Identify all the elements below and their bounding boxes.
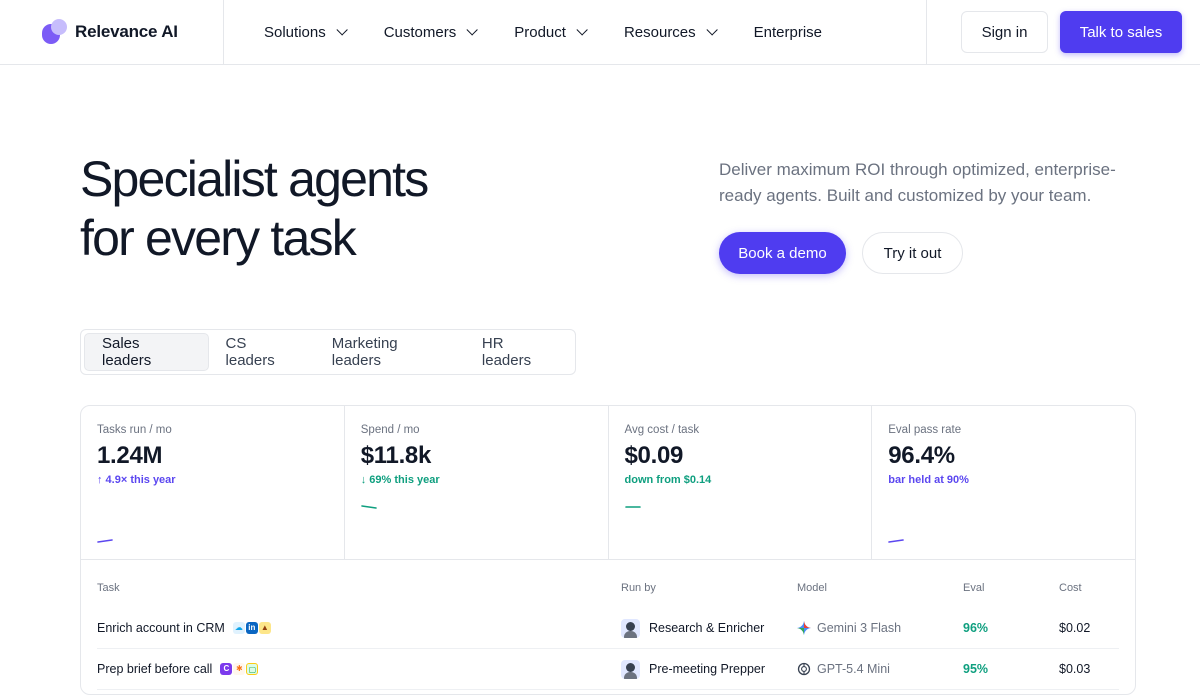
metric-tasks-run: Tasks run / mo 1.24M ↑ 4.9× this year — [81, 406, 345, 559]
try-it-out-button[interactable]: Try it out — [862, 232, 963, 274]
tab-sales-leaders[interactable]: Sales leaders — [84, 333, 209, 371]
table-header: Task Run by Model Eval Cost — [97, 560, 1119, 608]
apollo-icon: ▲ — [258, 622, 271, 634]
chevron-down-icon — [706, 24, 718, 36]
metric-value: 96.4% — [888, 442, 955, 469]
task-name: Enrich account in CRM — [97, 621, 225, 635]
metric-label: Avg cost / task — [624, 424, 700, 436]
dashboard-preview-card: Tasks run / mo 1.24M ↑ 4.9× this year Sp… — [80, 405, 1136, 695]
metric-delta: down from $0.14 — [624, 474, 712, 486]
agent-name: Research & Enricher — [649, 621, 765, 635]
column-header-model: Model — [797, 582, 827, 594]
calendar-app-icon: C — [220, 663, 233, 675]
integration-icons: ☁ in ▲ — [232, 622, 271, 634]
metric-label: Spend / mo — [360, 424, 420, 436]
sparkline — [624, 506, 641, 508]
nav-item-label: Solutions — [264, 23, 326, 41]
sign-in-button[interactable]: Sign in — [961, 11, 1048, 53]
sparkline — [97, 539, 113, 543]
sparkline — [360, 505, 377, 509]
table-row[interactable]: Prep brief before call C ✱ ▢ Pre-meeting… — [97, 649, 1119, 690]
tab-hr-leaders[interactable]: HR leaders — [465, 333, 572, 371]
task-cell: Enrich account in CRM ☁ in ▲ — [97, 621, 621, 635]
nav-item-customers[interactable]: Customers — [383, 23, 479, 41]
tab-cs-leaders[interactable]: CS leaders — [209, 333, 315, 371]
hubspot-icon: ✱ — [233, 663, 246, 675]
task-name: Prep brief before call — [97, 662, 213, 676]
task-cell: Prep brief before call C ✱ ▢ — [97, 662, 621, 676]
model-cell: GPT-5.4 Mini — [797, 662, 963, 676]
model-name: Gemini 3 Flash — [817, 621, 902, 635]
nav-item-label: Product — [514, 23, 566, 41]
run-by-cell: Pre-meeting Prepper — [621, 659, 797, 679]
audience-tabs: Sales leaders CS leaders Marketing leade… — [80, 329, 576, 375]
metrics-row: Tasks run / mo 1.24M ↑ 4.9× this year Sp… — [81, 406, 1135, 560]
integration-icons: C ✱ ▢ — [220, 663, 259, 675]
hero-title-line: Specialist agents — [80, 151, 429, 207]
metric-value: $11.8k — [360, 442, 432, 469]
metric-value: 1.24M — [97, 442, 163, 469]
chevron-down-icon — [336, 24, 348, 36]
metric-delta: bar held at 90% — [888, 474, 969, 486]
metric-spend: Spend / mo $11.8k ↓ 69% this year — [345, 406, 609, 559]
salesforce-icon: ☁ — [232, 622, 245, 634]
nav-divider — [926, 0, 927, 64]
run-by-cell: Research & Enricher — [621, 618, 797, 638]
metric-label: Tasks run / mo — [97, 424, 172, 436]
nav-divider — [223, 0, 224, 64]
relevance-logo-icon — [42, 19, 67, 44]
task-table: Task Run by Model Eval Cost Enrich accou… — [81, 560, 1135, 690]
eval-score: 95% — [963, 662, 989, 676]
agent-name: Pre-meeting Prepper — [649, 662, 766, 676]
metric-eval-pass-rate: Eval pass rate 96.4% bar held at 90% — [872, 406, 1135, 559]
metric-avg-cost: Avg cost / task $0.09 down from $0.14 — [609, 406, 873, 559]
hero-title: Specialist agents for every task — [80, 150, 560, 268]
nav-item-resources[interactable]: Resources — [623, 23, 718, 41]
column-header-eval: Eval — [963, 582, 985, 594]
metric-delta: ↓ 69% this year — [360, 474, 440, 486]
column-header-run-by: Run by — [621, 582, 656, 594]
nav-item-label: Customers — [383, 23, 457, 41]
brand-name: Relevance AI — [75, 21, 178, 41]
cost-value: $0.02 — [1059, 621, 1091, 635]
metric-value: $0.09 — [624, 442, 684, 469]
metric-label: Eval pass rate — [888, 424, 962, 436]
column-header-cost: Cost — [1059, 582, 1082, 594]
metric-delta: ↑ 4.9× this year — [97, 474, 176, 486]
chevron-down-icon — [466, 24, 479, 36]
nav-item-label: Enterprise — [753, 23, 823, 41]
linkedin-icon: in — [245, 622, 258, 634]
tab-marketing-leaders[interactable]: Marketing leaders — [315, 333, 465, 371]
openai-icon — [797, 662, 811, 676]
eval-score: 96% — [963, 621, 989, 635]
nav-item-solutions[interactable]: Solutions — [264, 23, 348, 41]
main-menu: Solutions Customers Product Resources En… — [264, 0, 862, 64]
model-cell: Gemini 3 Flash — [797, 621, 963, 635]
brand-logo-link[interactable]: Relevance AI — [42, 19, 178, 44]
nav-item-enterprise[interactable]: Enterprise — [754, 24, 822, 41]
table-row[interactable]: Enrich account in CRM ☁ in ▲ Research & … — [97, 608, 1119, 649]
nav-item-product[interactable]: Product — [514, 23, 588, 41]
sparkline — [888, 539, 905, 543]
top-nav: Relevance AI Solutions Customers Product… — [0, 0, 1200, 65]
agent-avatar — [621, 618, 640, 638]
agent-avatar — [621, 659, 640, 679]
column-header-task: Task — [97, 582, 120, 594]
talk-to-sales-button[interactable]: Talk to sales — [1060, 11, 1182, 53]
chevron-down-icon — [576, 24, 588, 36]
book-demo-button[interactable]: Book a demo — [719, 232, 846, 274]
nav-item-label: Resources — [623, 23, 696, 41]
model-name: GPT-5.4 Mini — [817, 662, 890, 676]
google-calendar-icon: ▢ — [246, 663, 259, 675]
gemini-icon — [797, 621, 811, 635]
hero-subtitle: Deliver maximum ROI through optimized, e… — [719, 160, 1116, 205]
cost-value: $0.03 — [1059, 662, 1091, 676]
hero-title-line: for every task — [80, 210, 357, 266]
